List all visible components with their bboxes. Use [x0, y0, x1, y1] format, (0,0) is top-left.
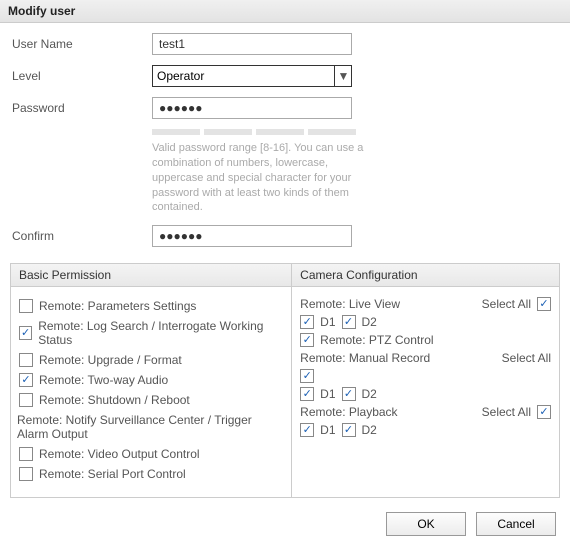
checkbox[interactable] [19, 467, 33, 481]
d1-label: D1 [320, 315, 335, 329]
dialog-footer: OK Cancel [0, 498, 570, 546]
checkbox[interactable]: ✓ [19, 326, 32, 340]
manual-label: Remote: Manual Record [300, 351, 430, 365]
checkbox-d2[interactable]: ✓ [342, 423, 356, 437]
checkbox-ptz[interactable]: ✓ [300, 333, 314, 347]
perm-notify-label: Remote: Notify Surveillance Center / Tri… [17, 413, 283, 441]
perm-label: Remote: Log Search / Interrogate Working… [38, 319, 283, 347]
perm-label: Remote: Parameters Settings [39, 299, 196, 313]
password-strength-meter [152, 129, 558, 135]
perm-label: Remote: Two-way Audio [39, 373, 168, 387]
perm-item: Remote: Serial Port Control [19, 467, 283, 481]
camera-config-header: Camera Configuration [292, 264, 559, 287]
perm-label: Remote: Serial Port Control [39, 467, 186, 481]
perm-item: Remote: Upgrade / Format [19, 353, 283, 367]
select-all-label: Select All [482, 405, 531, 419]
level-label: Level [12, 69, 152, 83]
perm-item: Remote: Shutdown / Reboot [19, 393, 283, 407]
perm-item: ✓ Remote: Log Search / Interrogate Worki… [19, 319, 283, 347]
perm-label: Remote: Video Output Control [39, 447, 200, 461]
password-input[interactable] [152, 97, 352, 119]
perm-item: ✓ Remote: Two-way Audio [19, 373, 283, 387]
d1-label: D1 [320, 423, 335, 437]
dialog-title: Modify user [0, 0, 570, 23]
username-label: User Name [12, 37, 152, 51]
checkbox[interactable] [19, 447, 33, 461]
ok-button[interactable]: OK [386, 512, 466, 536]
username-input[interactable] [152, 33, 352, 55]
checkbox[interactable] [19, 393, 33, 407]
basic-permission-body: Remote: Parameters Settings ✓ Remote: Lo… [11, 287, 291, 497]
basic-permission-header: Basic Permission [11, 264, 291, 287]
d2-label: D2 [362, 315, 377, 329]
perm-item: Remote: Parameters Settings [19, 299, 283, 313]
checkbox-selectall-manual[interactable]: ✓ [300, 369, 314, 383]
perm-label: Remote: Shutdown / Reboot [39, 393, 190, 407]
perm-label: Remote: Upgrade / Format [39, 353, 182, 367]
checkbox-d1[interactable]: ✓ [300, 315, 314, 329]
camera-config-body: Remote: Live View Select All ✓ ✓ D1 ✓ D2… [292, 287, 559, 451]
form-area: User Name Level Operator ▼ Password Vali… [0, 23, 570, 263]
checkbox-d2[interactable]: ✓ [342, 315, 356, 329]
checkbox-d1[interactable]: ✓ [300, 423, 314, 437]
perm-item: Remote: Video Output Control [19, 447, 283, 461]
confirm-label: Confirm [12, 229, 152, 243]
cancel-button[interactable]: Cancel [476, 512, 556, 536]
select-all-label: Select All [502, 351, 551, 365]
d1-label: D1 [320, 387, 335, 401]
checkbox[interactable] [19, 299, 33, 313]
permissions-panel: Basic Permission Remote: Parameters Sett… [10, 263, 560, 498]
select-all-label: Select All [482, 297, 531, 311]
checkbox[interactable] [19, 353, 33, 367]
password-label: Password [12, 101, 152, 115]
checkbox[interactable]: ✓ [19, 373, 33, 387]
password-hint: Valid password range [8-16]. You can use… [152, 141, 372, 215]
confirm-input[interactable] [152, 225, 352, 247]
ptz-label: Remote: PTZ Control [320, 333, 433, 347]
checkbox-selectall-playback[interactable]: ✓ [537, 405, 551, 419]
liveview-label: Remote: Live View [300, 297, 400, 311]
playback-label: Remote: Playback [300, 405, 397, 419]
level-select[interactable]: Operator [152, 65, 352, 87]
checkbox-d1[interactable]: ✓ [300, 387, 314, 401]
d2-label: D2 [362, 387, 377, 401]
checkbox-selectall-liveview[interactable]: ✓ [537, 297, 551, 311]
checkbox-d2[interactable]: ✓ [342, 387, 356, 401]
d2-label: D2 [362, 423, 377, 437]
